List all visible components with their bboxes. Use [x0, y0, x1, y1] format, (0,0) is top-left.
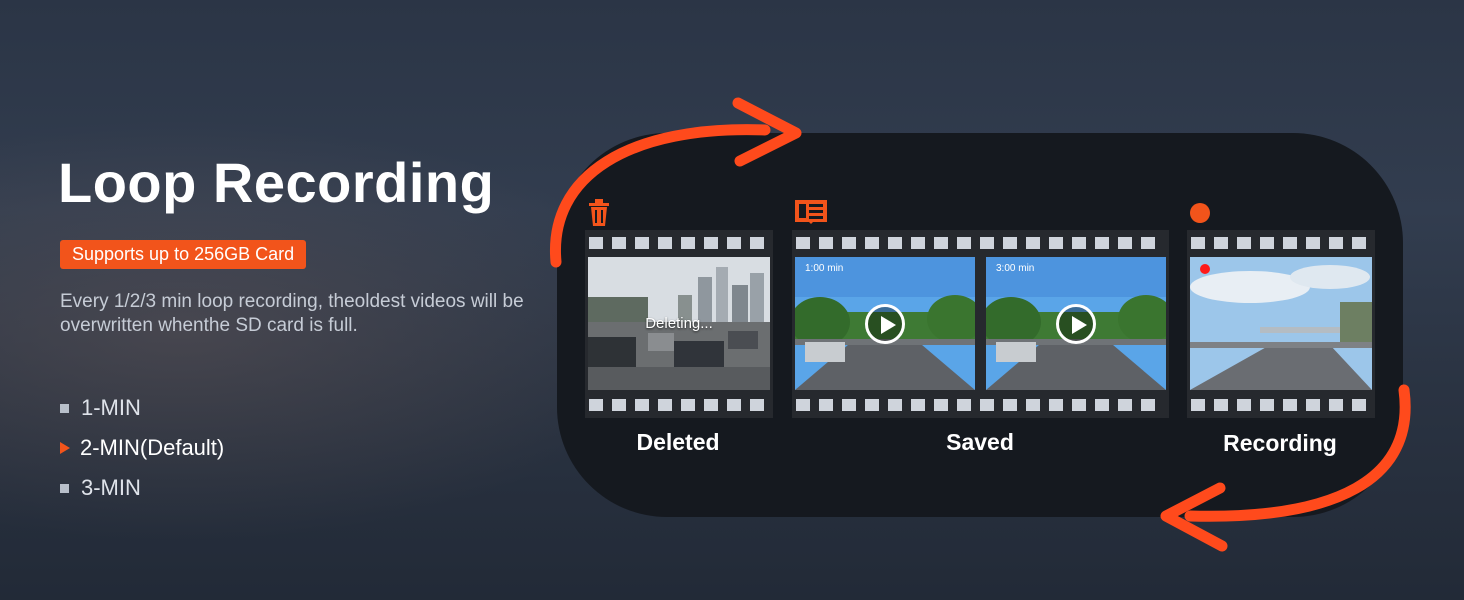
recording-indicator-icon	[1200, 264, 1210, 274]
saved-caption: Saved	[946, 429, 1014, 455]
recording-caption: Recording	[1223, 430, 1337, 456]
trash-icon	[589, 199, 609, 226]
play-button-icon[interactable]	[1056, 303, 1096, 344]
clip-timestamp: 1:00 min	[805, 263, 844, 274]
play-button-icon[interactable]	[865, 303, 905, 344]
deleted-video-frame: Deleting...	[588, 257, 770, 390]
clip-timestamp: 3:00 min	[996, 263, 1035, 274]
sd-card-icon	[795, 200, 827, 224]
deleted-caption: Deleted	[636, 429, 720, 455]
record-dot-icon	[1190, 203, 1210, 223]
saved-video-frame-1[interactable]: 1:00 min	[795, 257, 975, 390]
deleting-overlay-text: Deleting...	[645, 315, 713, 332]
film-strip-recording	[1187, 230, 1375, 418]
saved-video-frame-2[interactable]: 3:00 min	[986, 257, 1166, 390]
film-strip-saved: 1:00 min 3:00 min	[792, 230, 1169, 418]
recording-video-frame	[1190, 257, 1372, 390]
film-strip-deleted: Deleting...	[585, 230, 773, 418]
